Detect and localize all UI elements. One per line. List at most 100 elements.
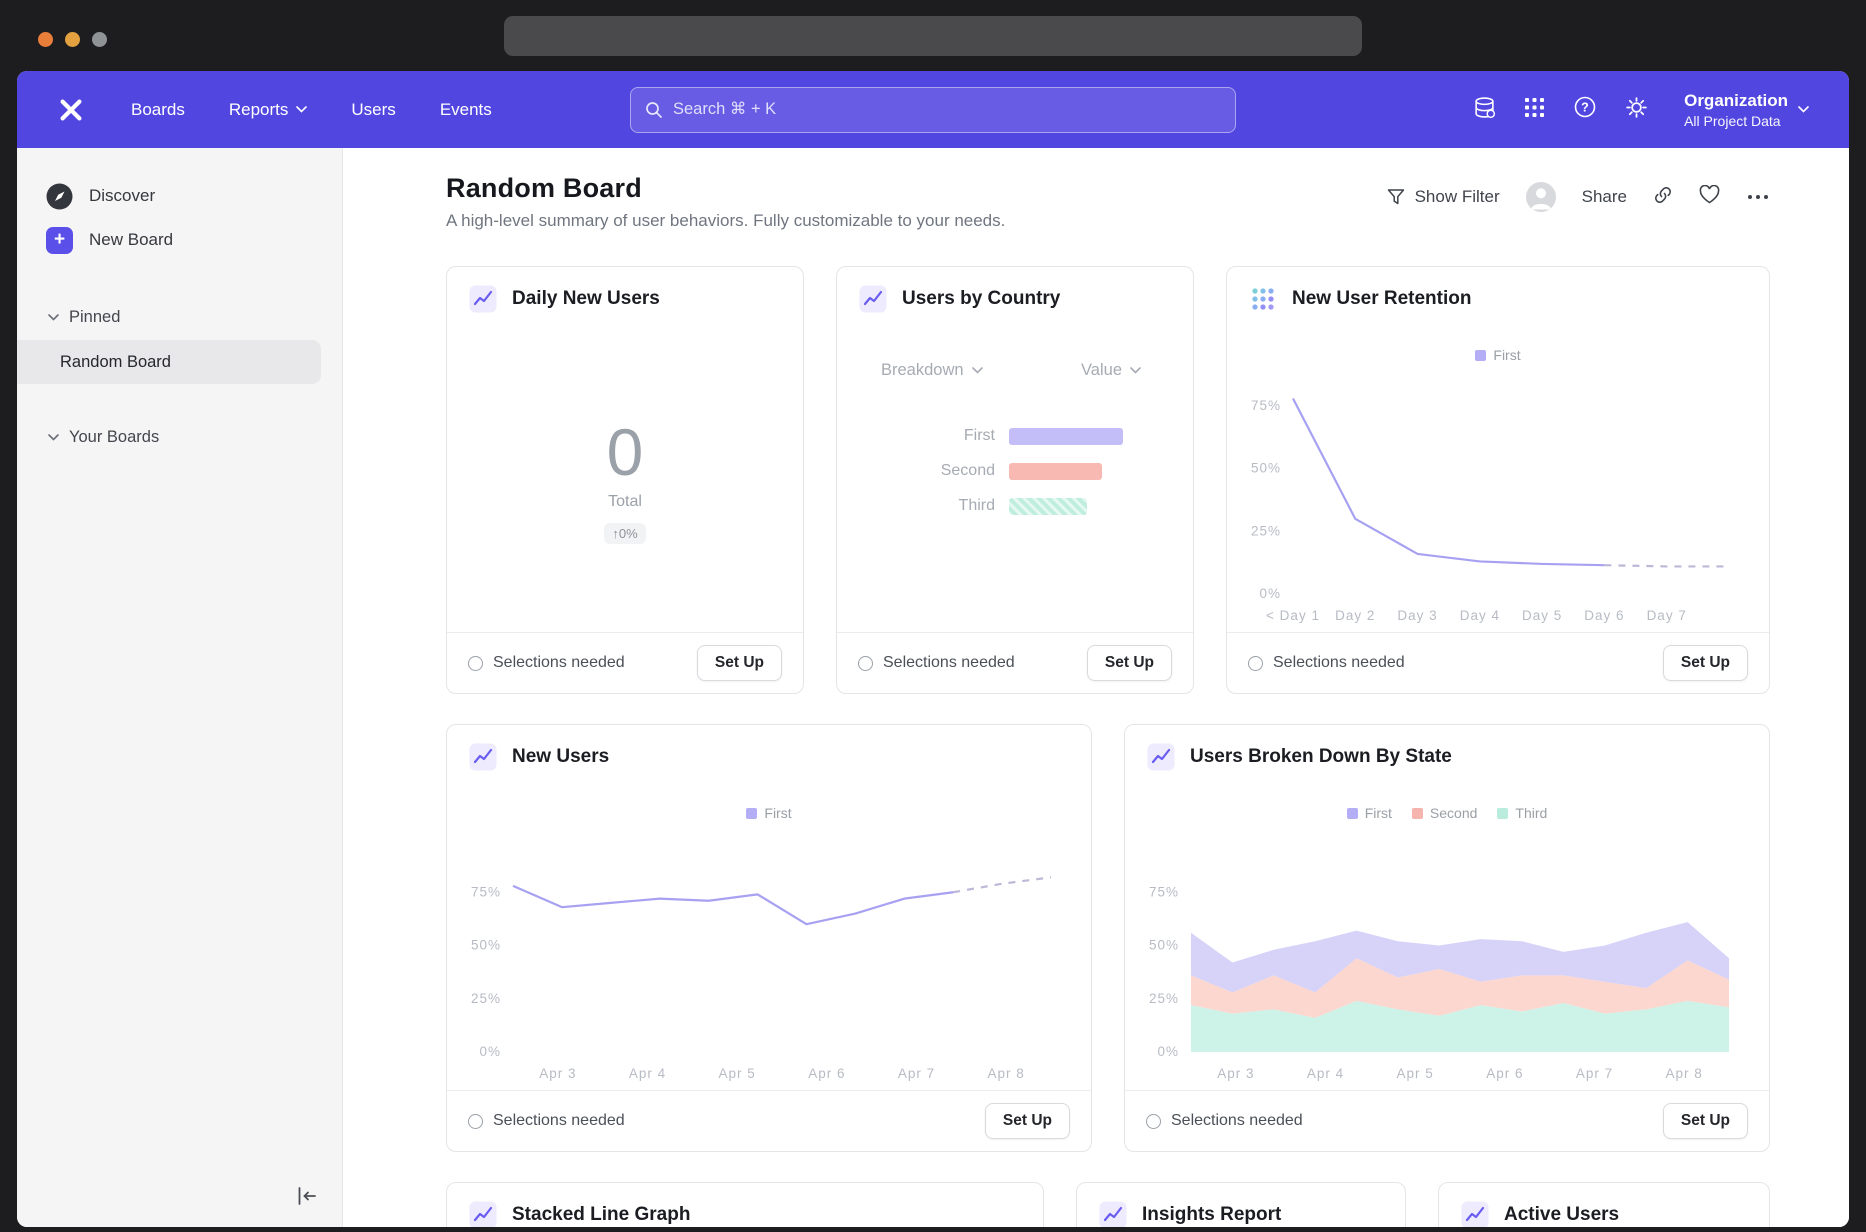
status-selections-needed: Selections needed bbox=[468, 654, 625, 672]
set-up-button[interactable]: Set Up bbox=[1663, 645, 1748, 681]
sidebar-section-pinned[interactable]: Pinned bbox=[17, 302, 342, 332]
mixpanel-logo-icon[interactable] bbox=[57, 97, 85, 123]
chevron-down-icon bbox=[972, 367, 983, 374]
country-bars: First Second Third bbox=[837, 410, 1193, 515]
set-up-button[interactable]: Set Up bbox=[1087, 645, 1172, 681]
nav-item-reports[interactable]: Reports bbox=[229, 100, 308, 120]
chart-legend: First bbox=[447, 803, 1091, 823]
window-close-button[interactable] bbox=[38, 32, 53, 47]
card-users-by-country: Users by Country Breakdown Value bbox=[836, 266, 1194, 694]
line-chart-icon bbox=[1098, 1200, 1128, 1227]
svg-text:0%: 0% bbox=[1259, 586, 1281, 601]
card-title: Daily New Users bbox=[512, 288, 660, 310]
svg-text:Apr 4: Apr 4 bbox=[1307, 1066, 1344, 1081]
svg-text:Apr 3: Apr 3 bbox=[1217, 1066, 1254, 1081]
bar-label: First bbox=[837, 427, 995, 445]
org-switcher[interactable]: Organization All Project Data bbox=[1684, 91, 1809, 129]
chart-legend: First Second Third bbox=[1125, 803, 1769, 823]
card-title: New Users bbox=[512, 746, 609, 768]
card-users-by-state: Users Broken Down By State First Second Th… bbox=[1124, 724, 1770, 1152]
card-daily-new-users: Daily New Users 0 Total ↑0% Selections n… bbox=[446, 266, 804, 694]
svg-text:Apr 6: Apr 6 bbox=[1486, 1066, 1523, 1081]
set-up-button[interactable]: Set Up bbox=[1663, 1103, 1748, 1139]
card-title: Users Broken Down By State bbox=[1190, 746, 1452, 768]
svg-text:Day 5: Day 5 bbox=[1522, 608, 1562, 623]
country-bar-row: First bbox=[837, 427, 1193, 445]
retention-grid-icon bbox=[1248, 284, 1278, 314]
org-project: All Project Data bbox=[1684, 113, 1788, 129]
sidebar-section-your-boards[interactable]: Your Boards bbox=[17, 422, 342, 452]
legend-item[interactable]: First bbox=[1475, 347, 1520, 363]
global-search[interactable] bbox=[630, 87, 1236, 133]
bar[interactable] bbox=[1009, 428, 1123, 445]
sidebar-item-label: Discover bbox=[89, 186, 155, 206]
main-content: Random Board A high-level summary of use… bbox=[343, 148, 1849, 1227]
chart-legend: First bbox=[1227, 345, 1769, 365]
set-up-button[interactable]: Set Up bbox=[697, 645, 782, 681]
set-up-button[interactable]: Set Up bbox=[985, 1103, 1070, 1139]
browser-address-bar[interactable] bbox=[504, 16, 1362, 56]
svg-text:Day 6: Day 6 bbox=[1584, 608, 1624, 623]
chevron-down-icon bbox=[48, 314, 59, 321]
bar[interactable] bbox=[1009, 463, 1102, 480]
legend-item[interactable]: Second bbox=[1412, 805, 1477, 821]
card-title: Insights Report bbox=[1142, 1204, 1281, 1226]
metric-value: 0 bbox=[607, 419, 644, 485]
status-selections-needed: Selections needed bbox=[858, 654, 1015, 672]
card-insights-report: Insights Report bbox=[1076, 1182, 1406, 1227]
show-filter-button[interactable]: Show Filter bbox=[1387, 187, 1500, 207]
card-title: Stacked Line Graph bbox=[512, 1204, 690, 1226]
card-active-users: Active Users bbox=[1438, 1182, 1770, 1227]
svg-text:< Day 1: < Day 1 bbox=[1266, 608, 1320, 623]
more-options-icon[interactable] bbox=[1746, 188, 1770, 206]
plus-icon: + bbox=[46, 227, 73, 254]
search-input[interactable] bbox=[673, 100, 1221, 119]
bar[interactable] bbox=[1009, 498, 1087, 515]
legend-item[interactable]: First bbox=[1347, 805, 1392, 821]
nav-item-events[interactable]: Events bbox=[440, 100, 492, 120]
svg-text:75%: 75% bbox=[1251, 398, 1281, 413]
svg-text:Apr 6: Apr 6 bbox=[808, 1066, 845, 1081]
value-dropdown[interactable]: Value bbox=[1081, 361, 1141, 380]
sidebar-item-discover[interactable]: Discover bbox=[17, 174, 342, 218]
metric-label: Total bbox=[608, 493, 642, 511]
svg-text:75%: 75% bbox=[471, 884, 501, 899]
svg-text:Day 7: Day 7 bbox=[1647, 608, 1687, 623]
sidebar-item-new-board[interactable]: + New Board bbox=[17, 218, 342, 262]
sidebar-item-label: New Board bbox=[89, 230, 173, 250]
apps-grid-icon[interactable] bbox=[1524, 97, 1545, 123]
section-label: Pinned bbox=[69, 308, 120, 327]
discover-icon bbox=[46, 183, 73, 210]
sidebar-item-random-board[interactable]: Random Board bbox=[17, 340, 321, 384]
bar-label: Second bbox=[837, 462, 995, 480]
breakdown-dropdown[interactable]: Breakdown bbox=[881, 361, 983, 380]
svg-text:Apr 8: Apr 8 bbox=[988, 1066, 1025, 1081]
sidebar: Discover + New Board Pinned Random Board… bbox=[17, 148, 343, 1227]
legend-item[interactable]: Third bbox=[1497, 805, 1547, 821]
help-icon[interactable]: ? bbox=[1573, 95, 1597, 124]
app-window: Boards Reports Users Events ? bbox=[17, 71, 1849, 1227]
svg-text:50%: 50% bbox=[471, 938, 501, 953]
bar-label: Third bbox=[837, 497, 995, 515]
line-chart-icon bbox=[468, 284, 498, 314]
avatar[interactable] bbox=[1526, 182, 1556, 212]
line-chart-icon bbox=[468, 1200, 498, 1227]
top-nav: Boards Reports Users Events ? bbox=[17, 71, 1849, 148]
window-minimize-button[interactable] bbox=[65, 32, 80, 47]
nav-item-boards[interactable]: Boards bbox=[131, 100, 185, 120]
window-zoom-button[interactable] bbox=[92, 32, 107, 47]
settings-gear-icon[interactable] bbox=[1625, 96, 1648, 124]
share-button[interactable]: Share bbox=[1582, 187, 1627, 207]
copy-link-icon[interactable] bbox=[1653, 185, 1673, 210]
svg-text:0%: 0% bbox=[1157, 1044, 1179, 1059]
sidebar-collapse-button[interactable] bbox=[296, 1186, 318, 1211]
nav-item-users[interactable]: Users bbox=[351, 100, 395, 120]
legend-item[interactable]: First bbox=[746, 805, 791, 821]
card-title: Active Users bbox=[1504, 1204, 1619, 1226]
status-selections-needed: Selections needed bbox=[1248, 654, 1405, 672]
data-settings-icon[interactable] bbox=[1473, 96, 1496, 124]
window-frame-top bbox=[0, 0, 1866, 71]
filter-funnel-icon bbox=[1387, 188, 1405, 206]
country-bar-row: Second bbox=[837, 462, 1193, 480]
favorite-heart-icon[interactable] bbox=[1699, 185, 1720, 209]
